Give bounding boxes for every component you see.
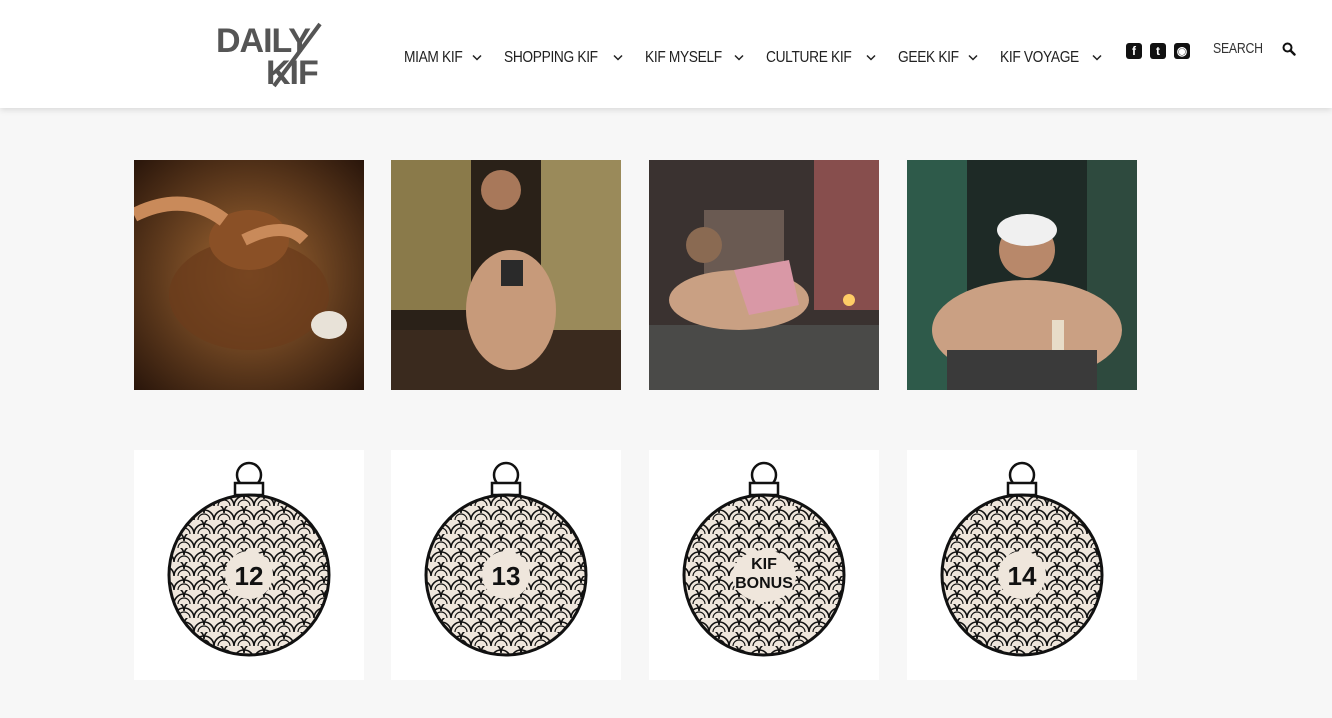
fireplace-photo[interactable]	[649, 160, 879, 390]
nav-label: CULTURE KIF	[766, 49, 852, 66]
ornament-number: 12	[235, 561, 264, 591]
photo-image	[134, 160, 364, 390]
search-icon[interactable]	[1282, 42, 1296, 56]
nav-item-kif-voyage[interactable]: KIF VOYAGE	[1000, 46, 1102, 70]
social-links: f t ◉	[1126, 43, 1190, 59]
twitter-icon[interactable]: t	[1150, 43, 1166, 59]
nav-item-shopping-kif[interactable]: SHOPPING KIF	[504, 46, 623, 70]
nav-label: KIF VOYAGE	[1000, 49, 1080, 66]
ornament-number: 13	[492, 561, 521, 591]
bath-photo[interactable]	[907, 160, 1137, 390]
ornament-label-line1: KIF	[751, 556, 777, 573]
photo-image	[391, 160, 621, 390]
nav-label: MIAM KIF	[404, 49, 463, 66]
nav-item-kif-myself[interactable]: KIF MYSELF	[645, 46, 744, 70]
chevron-down-icon	[734, 54, 744, 61]
chevron-down-icon	[968, 54, 978, 61]
facebook-icon[interactable]: f	[1126, 43, 1142, 59]
chevron-down-icon	[1092, 54, 1102, 61]
chevron-down-icon	[613, 54, 623, 61]
main-nav: MIAM KIF SHOPPING KIF KIF MYSELF CULTURE…	[404, 46, 1124, 70]
advent-day-13[interactable]: 13	[391, 450, 621, 680]
advent-day-14[interactable]: 14	[907, 450, 1137, 680]
daily-kif-logo[interactable]: DAILY KIF	[214, 20, 326, 90]
photo-image	[649, 160, 879, 390]
photo-image	[907, 160, 1137, 390]
ornament-number: 14	[1008, 561, 1037, 591]
chevron-down-icon	[472, 54, 482, 61]
massage-photo[interactable]	[134, 160, 364, 390]
instagram-icon[interactable]: ◉	[1174, 43, 1190, 59]
chevron-down-icon	[866, 54, 876, 61]
ornament-image: 12	[167, 461, 331, 657]
bedroom-photo[interactable]	[391, 160, 621, 390]
nav-item-culture-kif[interactable]: CULTURE KIF	[766, 46, 876, 70]
ornament-image: KIF BONUS	[682, 461, 846, 657]
advent-kif-bonus[interactable]: KIF BONUS	[649, 450, 879, 680]
nav-label: KIF MYSELF	[644, 49, 722, 66]
nav-label: GEEK KIF	[897, 49, 959, 66]
nav-item-geek-kif[interactable]: GEEK KIF	[898, 46, 979, 70]
nav-label: SHOPPING KIF	[503, 49, 598, 66]
ornament-label-line2: BONUS	[735, 575, 793, 592]
search-input[interactable]: SEARCH	[1213, 40, 1263, 57]
nav-item-miam-kif[interactable]: MIAM KIF	[404, 46, 482, 70]
advent-day-12[interactable]: 12	[134, 450, 364, 680]
ornament-image: 13	[424, 461, 588, 657]
site-header: DAILY KIF MIAM KIF SHOPPING KIF KIF MYSE…	[0, 0, 1332, 108]
ornament-image: 14	[940, 461, 1104, 657]
